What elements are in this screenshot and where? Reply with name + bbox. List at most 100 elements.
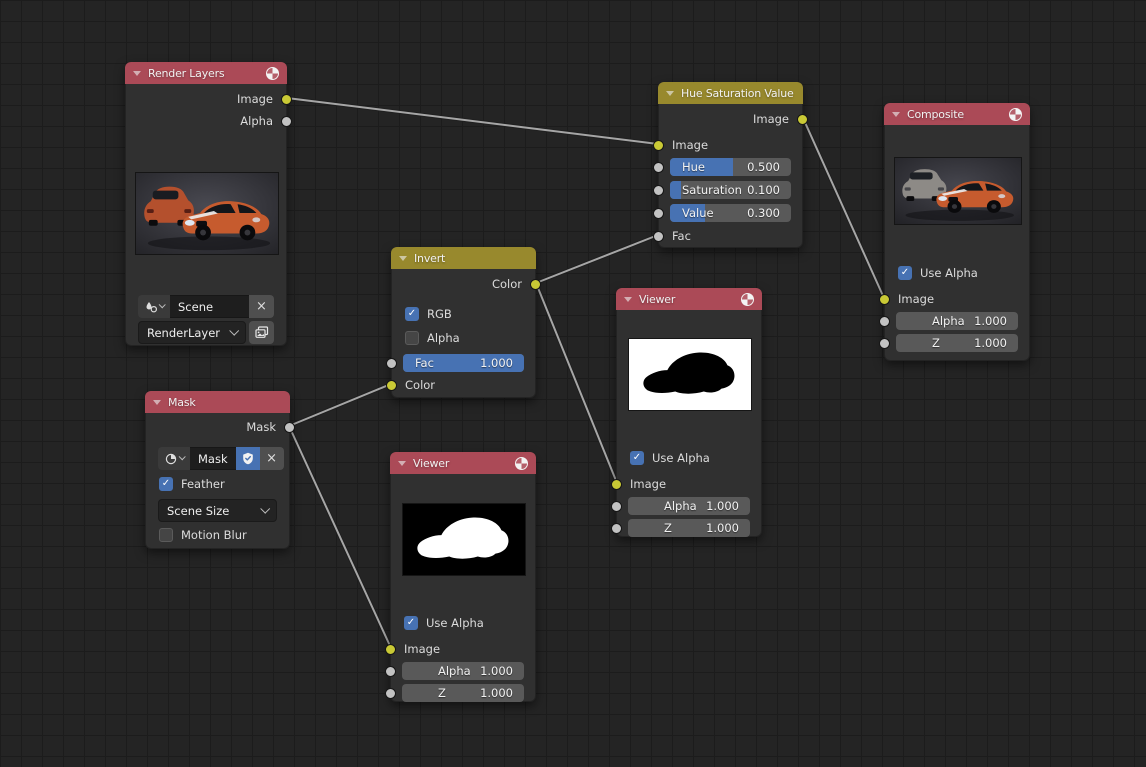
node-viewer-middle[interactable]: Viewer ✓ Use Alpha Image Alpha 1.000 [616, 288, 762, 537]
alpha-value-field[interactable]: Alpha 1.000 [402, 662, 524, 680]
use-alpha-checkbox[interactable]: ✓ [898, 266, 912, 280]
z-value-field[interactable]: Z 1.000 [896, 334, 1018, 352]
node-viewer-bottom[interactable]: Viewer ✓ Use Alpha Image Alpha 1.000 [390, 452, 536, 702]
node-header-hsv[interactable]: Hue Saturation Value [658, 82, 803, 104]
node-mask[interactable]: Mask Mask Mask [145, 391, 290, 549]
socket-value-input[interactable] [653, 208, 664, 219]
saturation-slider[interactable]: Saturation 0.100 [670, 181, 791, 199]
node-header-invert[interactable]: Invert [391, 247, 536, 269]
socket-label-image: Image [672, 138, 708, 152]
render-layer-select[interactable]: RenderLayer [138, 321, 246, 344]
alpha-row: ✓ Alpha [392, 327, 535, 349]
collapse-arrow-icon[interactable] [666, 91, 674, 96]
preview-sphere-icon[interactable] [515, 457, 528, 470]
collapse-arrow-icon[interactable] [153, 400, 161, 405]
alpha-value-field[interactable]: Alpha 1.000 [896, 312, 1018, 330]
input-row-image: Image [885, 288, 1029, 310]
socket-image-input[interactable] [611, 479, 622, 490]
chevron-down-icon [229, 325, 239, 335]
preview-sphere-icon[interactable] [741, 293, 754, 306]
feather-row: ✓ Feather [146, 473, 289, 495]
motion-blur-row: ✓ Motion Blur [146, 524, 289, 546]
socket-fac-input[interactable] [386, 358, 397, 369]
mask-datablock-button[interactable] [158, 447, 190, 470]
output-row-alpha: Alpha [126, 110, 286, 132]
socket-image-input[interactable] [653, 140, 664, 151]
z-row: Z 1.000 [617, 517, 761, 539]
mask-unlink-button[interactable]: × [260, 447, 284, 470]
use-alpha-checkbox[interactable]: ✓ [404, 616, 418, 630]
node-composite[interactable]: Composite [884, 103, 1030, 361]
socket-alpha-input[interactable] [611, 501, 622, 512]
node-title: Mask [168, 396, 282, 409]
input-row-image: Image [659, 134, 802, 156]
use-alpha-row: ✓ Use Alpha [885, 262, 1029, 284]
socket-mask-output[interactable] [284, 422, 295, 433]
collapse-arrow-icon[interactable] [624, 297, 632, 302]
socket-image-input[interactable] [385, 644, 396, 655]
z-value-field[interactable]: Z 1.000 [402, 684, 524, 702]
scene-datablock-button[interactable] [138, 295, 170, 318]
alpha-checkbox[interactable]: ✓ [405, 331, 419, 345]
viewer-preview-image [402, 503, 526, 576]
input-row-fac: Fac [659, 225, 802, 247]
node-hue-saturation-value[interactable]: Hue Saturation Value Image Image Hue 0.5… [658, 82, 803, 248]
collapse-arrow-icon[interactable] [398, 461, 406, 466]
preview-sphere-icon[interactable] [266, 67, 279, 80]
socket-label-image: Image [404, 642, 440, 656]
socket-image-output[interactable] [281, 94, 292, 105]
size-mode-select[interactable]: Scene Size [158, 499, 277, 522]
node-editor-canvas[interactable]: Render Layers Image Alpha [0, 0, 1146, 767]
node-header-composite[interactable]: Composite [884, 103, 1030, 125]
chevron-down-icon [260, 503, 270, 513]
hue-slider[interactable]: Hue 0.500 [670, 158, 791, 176]
feather-checkbox[interactable]: ✓ [159, 477, 173, 491]
socket-alpha-input[interactable] [879, 316, 890, 327]
composite-preview-image [894, 157, 1022, 225]
scene-name-field[interactable]: Scene [170, 295, 249, 318]
node-title: Viewer [639, 293, 734, 306]
socket-label-image: Image [753, 112, 789, 126]
rgb-checkbox[interactable]: ✓ [405, 307, 419, 321]
node-render-layers[interactable]: Render Layers Image Alpha [125, 62, 287, 346]
socket-alpha-output[interactable] [281, 116, 292, 127]
node-header-viewer[interactable]: Viewer [390, 452, 536, 474]
use-alpha-row: ✓ Use Alpha [617, 447, 761, 469]
socket-color-input[interactable] [386, 380, 397, 391]
mask-name-field[interactable]: Mask [190, 447, 236, 470]
z-value-field[interactable]: Z 1.000 [628, 519, 750, 537]
node-header-mask[interactable]: Mask [145, 391, 290, 413]
socket-image-input[interactable] [879, 294, 890, 305]
alpha-value-field[interactable]: Alpha 1.000 [628, 497, 750, 515]
node-invert[interactable]: Invert Color ✓ RGB ✓ Alpha Fac 1.000 Col… [391, 247, 536, 398]
render-image-icon [255, 326, 269, 339]
node-header-render-layers[interactable]: Render Layers [125, 62, 287, 84]
check-icon: ✓ [408, 309, 416, 319]
use-alpha-checkbox[interactable]: ✓ [630, 451, 644, 465]
node-title: Viewer [413, 457, 508, 470]
socket-color-output[interactable] [530, 279, 541, 290]
fac-slider[interactable]: Fac 1.000 [403, 354, 524, 372]
collapse-arrow-icon[interactable] [892, 112, 900, 117]
socket-saturation-input[interactable] [653, 185, 664, 196]
fake-user-button[interactable] [236, 447, 260, 470]
preview-sphere-icon[interactable] [1009, 108, 1022, 121]
socket-fac-input[interactable] [653, 231, 664, 242]
socket-alpha-input[interactable] [385, 666, 396, 677]
socket-z-input[interactable] [611, 523, 622, 534]
value-slider[interactable]: Value 0.300 [670, 204, 791, 222]
viewer-preview-image [628, 338, 752, 411]
collapse-arrow-icon[interactable] [133, 71, 141, 76]
motion-blur-checkbox[interactable]: ✓ [159, 528, 173, 542]
socket-label-fac: Fac [672, 229, 691, 243]
motion-blur-label: Motion Blur [181, 528, 247, 542]
render-passes-button[interactable] [249, 321, 274, 344]
node-header-viewer[interactable]: Viewer [616, 288, 762, 310]
socket-hue-input[interactable] [653, 162, 664, 173]
socket-z-input[interactable] [385, 688, 396, 699]
collapse-arrow-icon[interactable] [399, 256, 407, 261]
socket-z-input[interactable] [879, 338, 890, 349]
scene-unlink-button[interactable]: × [249, 295, 274, 318]
socket-image-output[interactable] [797, 114, 808, 125]
use-alpha-label: Use Alpha [426, 616, 484, 630]
